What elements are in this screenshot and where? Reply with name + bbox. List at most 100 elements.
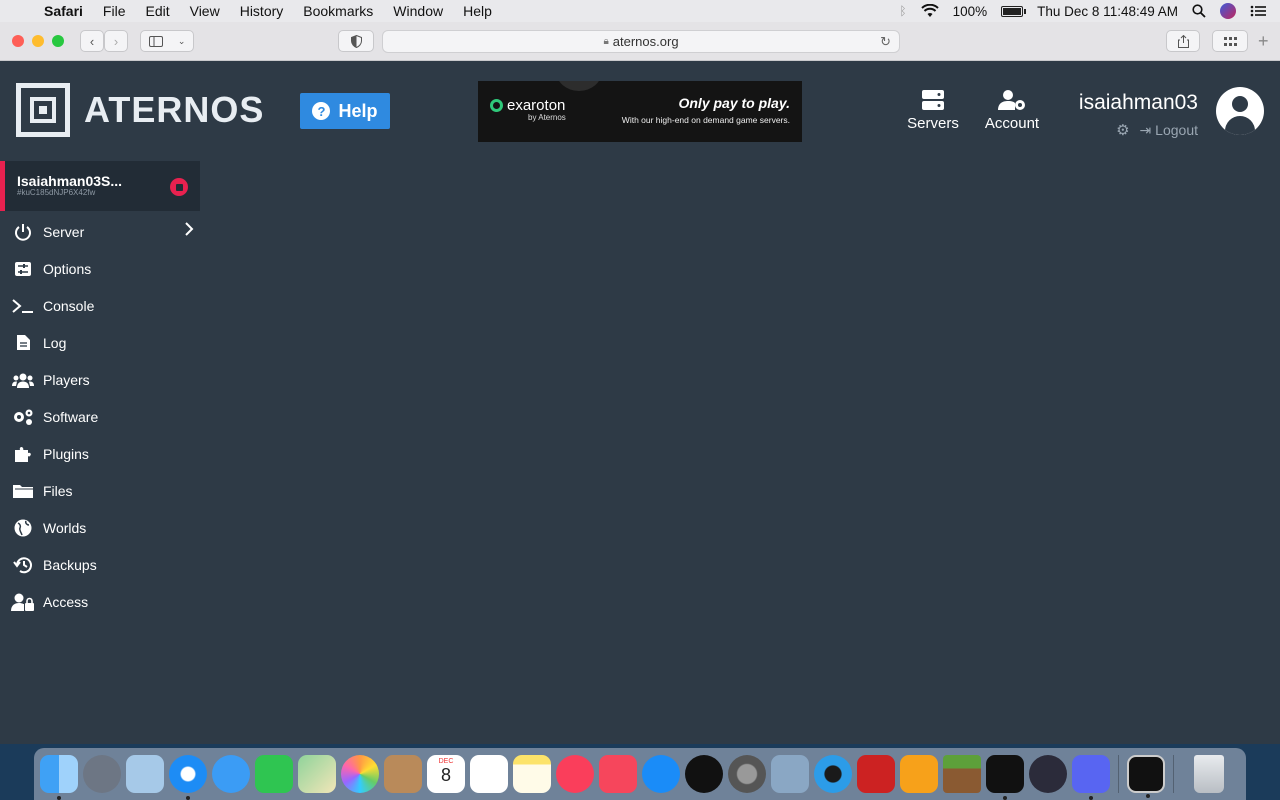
forward-button[interactable]: › <box>104 30 128 52</box>
music-icon[interactable] <box>556 755 594 793</box>
preview-icon[interactable] <box>771 755 809 793</box>
minimize-window-button[interactable] <box>32 35 44 47</box>
sidebar-item-label: Files <box>43 482 73 499</box>
chevron-down-icon: ⌄ <box>177 35 186 46</box>
ad-by: by Aternos <box>528 113 566 122</box>
mail-icon[interactable] <box>126 755 164 793</box>
sidebar-item-label: Server <box>43 223 85 240</box>
notes-icon[interactable] <box>513 755 551 793</box>
menu-window[interactable]: Window <box>383 3 453 19</box>
reminders-icon[interactable] <box>470 755 508 793</box>
reload-icon[interactable]: ↻ <box>880 34 891 50</box>
siri-icon[interactable] <box>1220 3 1236 19</box>
sidebar-item-worlds[interactable]: Worlds <box>0 509 200 546</box>
control-center-icon[interactable] <box>1250 5 1266 17</box>
sidebar-item-players[interactable]: Players <box>0 361 200 398</box>
power-icon <box>15 223 31 241</box>
close-window-button[interactable] <box>12 35 24 47</box>
sidebar-item-backups[interactable]: Backups <box>0 546 200 583</box>
share-icon <box>1177 34 1189 48</box>
curseforge-anvil-icon[interactable] <box>986 755 1024 800</box>
account-nav[interactable]: Account <box>982 89 1042 132</box>
new-tab-button[interactable]: + <box>1258 31 1269 52</box>
sidebar-item-files[interactable]: Files <box>0 472 200 509</box>
exaroton-ad-banner[interactable]: exaroton by Aternos Only pay to play. Wi… <box>478 81 802 142</box>
user-lock-icon <box>11 593 34 611</box>
menu-file[interactable]: File <box>93 3 136 19</box>
sidebar-item-label: Software <box>43 408 99 425</box>
username[interactable]: isaiahman03 <box>1079 91 1198 115</box>
launchpad-icon[interactable] <box>83 755 121 793</box>
quicktime-icon[interactable] <box>814 755 852 793</box>
avatar[interactable] <box>1216 87 1264 135</box>
macos-dock: DEC 8 <box>34 748 1246 800</box>
menu-edit[interactable]: Edit <box>135 3 179 19</box>
bluetooth-icon[interactable]: ᛒ <box>899 4 906 18</box>
facetime-icon[interactable] <box>255 755 293 793</box>
share-button[interactable] <box>1166 30 1200 52</box>
zoom-window-button[interactable] <box>52 35 64 47</box>
servers-nav[interactable]: Servers <box>906 89 960 132</box>
contacts-icon[interactable] <box>384 755 422 793</box>
news-icon[interactable] <box>599 755 637 793</box>
sidebar-item-access[interactable]: Access <box>0 583 200 620</box>
spotlight-search-icon[interactable] <box>1192 4 1206 18</box>
clock[interactable]: Thu Dec 8 11:48:49 AM <box>1037 4 1178 19</box>
discord-icon[interactable] <box>1072 755 1110 800</box>
battery-icon[interactable] <box>1001 5 1027 17</box>
menu-app-name[interactable]: Safari <box>40 3 93 19</box>
calendar-month: DEC <box>438 758 454 765</box>
finder-icon[interactable] <box>40 755 78 800</box>
sliders-icon <box>15 261 31 276</box>
tab-overview-button[interactable] <box>1212 30 1248 52</box>
wifi-icon[interactable] <box>920 4 939 18</box>
photos-icon[interactable] <box>341 755 379 793</box>
sidebar-toggle-button[interactable]: ⌄ <box>140 30 194 52</box>
sidebar-item-plugins[interactable]: Plugins <box>0 435 200 472</box>
menu-history[interactable]: History <box>230 3 294 19</box>
sidebar-item-software[interactable]: Software <box>0 398 200 435</box>
minecraft-icon[interactable] <box>943 755 981 793</box>
calendar-day: 8 <box>440 765 451 785</box>
aternos-logo[interactable]: ATERNOS <box>16 83 264 137</box>
photo-booth-icon[interactable] <box>857 755 895 793</box>
settings-gear-icon[interactable]: ⚙ <box>1116 121 1129 139</box>
account-label: Account <box>984 115 1040 132</box>
menu-view[interactable]: View <box>180 3 230 19</box>
obs-icon[interactable] <box>1029 755 1067 793</box>
sidebar-item-label: Plugins <box>43 445 89 462</box>
ad-brand-text: exaroton <box>507 97 566 114</box>
sidebar-item-log[interactable]: Log <box>0 324 200 361</box>
address-bar[interactable]: 🔒︎ aternos.org ↻ <box>382 30 900 53</box>
window-controls <box>12 35 64 47</box>
trash-icon[interactable] <box>1194 755 1224 793</box>
apple-tv-icon[interactable] <box>685 755 723 793</box>
sidebar-item-label: Players <box>43 371 90 388</box>
calendar-icon[interactable]: DEC 8 <box>427 755 465 793</box>
sidebar-item-console[interactable]: Console <box>0 287 200 324</box>
logout-icon: ⇥ <box>1139 121 1152 138</box>
sidebar-item-server[interactable]: Server <box>0 213 200 250</box>
menu-help[interactable]: Help <box>453 3 502 19</box>
app-store-icon[interactable] <box>642 755 680 793</box>
servers-icon <box>922 90 944 110</box>
shield-icon <box>350 34 362 48</box>
terminal-exec-icon[interactable] <box>1127 755 1165 798</box>
sidebar-item-label: Backups <box>43 556 97 573</box>
history-icon <box>13 556 32 573</box>
menu-bookmarks[interactable]: Bookmarks <box>293 3 383 19</box>
maps-icon[interactable] <box>298 755 336 793</box>
safari-icon[interactable] <box>169 755 207 800</box>
user-cog-icon <box>998 90 1025 110</box>
system-preferences-icon[interactable] <box>728 755 766 793</box>
current-server-card[interactable]: Isaiahman03S... #kuC185dNJP6X42fw <box>0 161 200 211</box>
messages-icon[interactable] <box>212 755 250 793</box>
servers-label: Servers <box>907 115 959 132</box>
pages-icon[interactable] <box>900 755 938 793</box>
logout-link[interactable]: ⇥ Logout <box>1140 122 1198 139</box>
back-button[interactable]: ‹ <box>80 30 104 52</box>
privacy-report-button[interactable] <box>338 30 374 52</box>
battery-fill <box>1003 7 1022 15</box>
help-button[interactable]: ? Help <box>300 93 390 129</box>
sidebar-item-options[interactable]: Options <box>0 250 200 287</box>
